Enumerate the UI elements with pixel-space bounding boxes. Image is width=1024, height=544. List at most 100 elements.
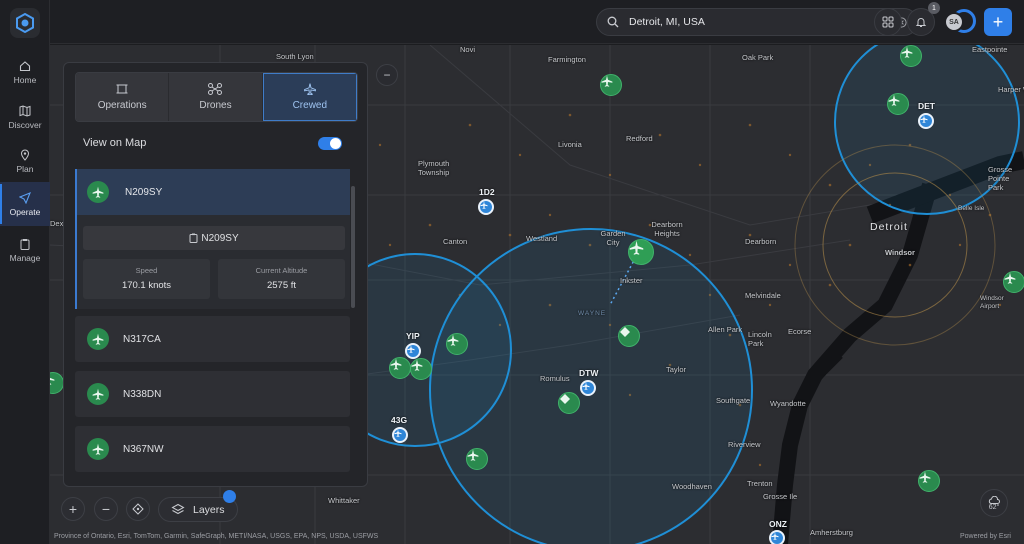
nav-home[interactable]: Home <box>0 50 50 94</box>
place-label: Inkster <box>620 276 643 285</box>
aircraft-id-tag[interactable]: N209SY <box>83 226 345 250</box>
home-icon <box>19 60 31 71</box>
place-label: Dearborn Heights <box>651 220 683 238</box>
airplane-icon <box>888 94 900 106</box>
aircraft-card-selected[interactable]: N209SY N209SY Speed 170.1 knots Current … <box>75 169 350 309</box>
airport-marker[interactable] <box>580 380 596 396</box>
airplane-icon <box>394 429 402 437</box>
place-label: Eastpointe <box>972 45 1008 54</box>
send-icon <box>19 191 31 204</box>
layers-icon <box>171 503 185 514</box>
airplane-icon <box>390 358 402 370</box>
aircraft-list-item[interactable]: N367NW <box>75 426 350 472</box>
airport-marker[interactable] <box>769 530 785 544</box>
aircraft-marker[interactable] <box>600 74 622 96</box>
aircraft-marker[interactable] <box>446 333 468 355</box>
nav-plan[interactable]: Plan <box>0 139 50 183</box>
tab-operations[interactable]: Operations <box>76 73 170 121</box>
airport-marker[interactable] <box>405 343 421 359</box>
place-label: Windsor Airport <box>980 295 1004 310</box>
aircraft-marker[interactable] <box>1003 271 1024 293</box>
airplane-icon <box>447 334 459 346</box>
app-logo[interactable] <box>10 8 40 38</box>
airplane-icon <box>582 382 590 390</box>
aircraft-marker[interactable] <box>887 93 909 115</box>
altitude-stat: Current Altitude 2575 ft <box>218 259 345 299</box>
airplane-icon <box>411 359 423 371</box>
diamond-icon <box>620 327 630 337</box>
crosshair-icon <box>132 503 144 515</box>
aircraft-tail-number: N209SY <box>125 186 163 198</box>
apps-grid-button[interactable] <box>874 8 902 36</box>
drone-marker[interactable] <box>618 325 640 347</box>
place-label: Melvindale <box>745 291 781 300</box>
zoom-in-button[interactable]: + <box>61 497 85 521</box>
tab-crewed-label: Crewed <box>292 100 328 111</box>
nav-operate-label: Operate <box>9 206 41 217</box>
airplane-icon <box>919 471 931 483</box>
place-label: Ecorse <box>788 327 812 336</box>
nav-manage[interactable]: Manage <box>0 228 50 272</box>
place-label: Wyandotte <box>770 399 806 408</box>
locate-button[interactable] <box>126 497 150 521</box>
aircraft-card-header[interactable]: N209SY <box>77 169 350 215</box>
airport-marker[interactable] <box>478 199 494 215</box>
zoom-out-button[interactable]: − <box>94 497 118 521</box>
aircraft-id-tag-label: N209SY <box>201 232 239 244</box>
aircraft-tail-number: N367NW <box>123 443 164 455</box>
cloud-icon <box>988 495 1000 504</box>
place-label: Southgate <box>716 396 751 405</box>
clipboard-icon <box>189 233 198 243</box>
tab-drones[interactable]: Drones <box>169 73 263 121</box>
panel-scrollbar[interactable] <box>351 186 355 308</box>
nav-discover[interactable]: Discover <box>0 95 50 139</box>
square-icon <box>116 84 128 94</box>
map-book-icon <box>19 104 31 117</box>
airport-marker[interactable] <box>392 427 408 443</box>
weather-widget[interactable]: 62° <box>980 489 1008 517</box>
place-label: Woodhaven <box>672 482 712 491</box>
airplane-icon <box>303 83 316 95</box>
place-label: Windsor <box>885 248 915 257</box>
aircraft-marker[interactable] <box>466 448 488 470</box>
aircraft-tail-number: N338DN <box>123 388 162 400</box>
airport-marker[interactable] <box>918 113 934 129</box>
aircraft-marker-selected[interactable] <box>628 239 654 265</box>
place-label: Farmington <box>548 55 586 64</box>
tab-drones-label: Drones <box>199 100 232 111</box>
aircraft-marker[interactable] <box>410 358 432 380</box>
collapse-panel-button[interactable]: − <box>376 64 398 86</box>
nav-operate[interactable]: Operate <box>0 182 50 226</box>
avatar[interactable]: SA <box>944 12 964 32</box>
nav-manage-label: Manage <box>9 252 41 263</box>
place-label: Amherstburg <box>810 528 853 537</box>
place-label: Trenton <box>747 479 773 488</box>
place-label: South Lyon <box>276 52 314 61</box>
top-bar: Detroit, MI, USA 1 SA + <box>50 0 1024 44</box>
search-box[interactable]: Detroit, MI, USA <box>596 8 918 36</box>
airplane-icon <box>1004 272 1016 284</box>
aircraft-marker[interactable] <box>389 357 411 379</box>
add-button[interactable]: + <box>984 8 1012 36</box>
airplane-icon <box>629 240 644 255</box>
temperature: 62° <box>988 503 1000 511</box>
search-input[interactable]: Detroit, MI, USA <box>629 16 896 28</box>
search-icon <box>607 16 619 28</box>
airport-label: YIP <box>406 331 420 341</box>
place-label: Taylor <box>666 365 687 374</box>
aircraft-tail-number: N317CA <box>123 333 161 345</box>
aircraft-list-item[interactable]: N338DN <box>75 371 350 417</box>
aircraft-marker[interactable] <box>918 470 940 492</box>
aircraft-list-item[interactable]: N317CA <box>75 316 350 362</box>
drone-marker[interactable] <box>558 392 580 414</box>
place-label: Oak Park <box>742 53 774 62</box>
tab-crewed[interactable]: Crewed <box>262 73 357 121</box>
place-label: Romulus <box>540 374 570 383</box>
view-on-map-toggle[interactable] <box>318 137 342 150</box>
app-window: Home Discover Plan Operate Manage Detroi… <box>0 0 1024 544</box>
powered-by[interactable]: Powered by Esri <box>960 533 1011 540</box>
place-label: Westland <box>526 234 558 243</box>
aircraft-marker[interactable] <box>900 45 922 67</box>
aircraft-list: N209SY N209SY Speed 170.1 knots Current … <box>75 169 354 479</box>
view-on-map-label: View on Map <box>83 137 147 149</box>
